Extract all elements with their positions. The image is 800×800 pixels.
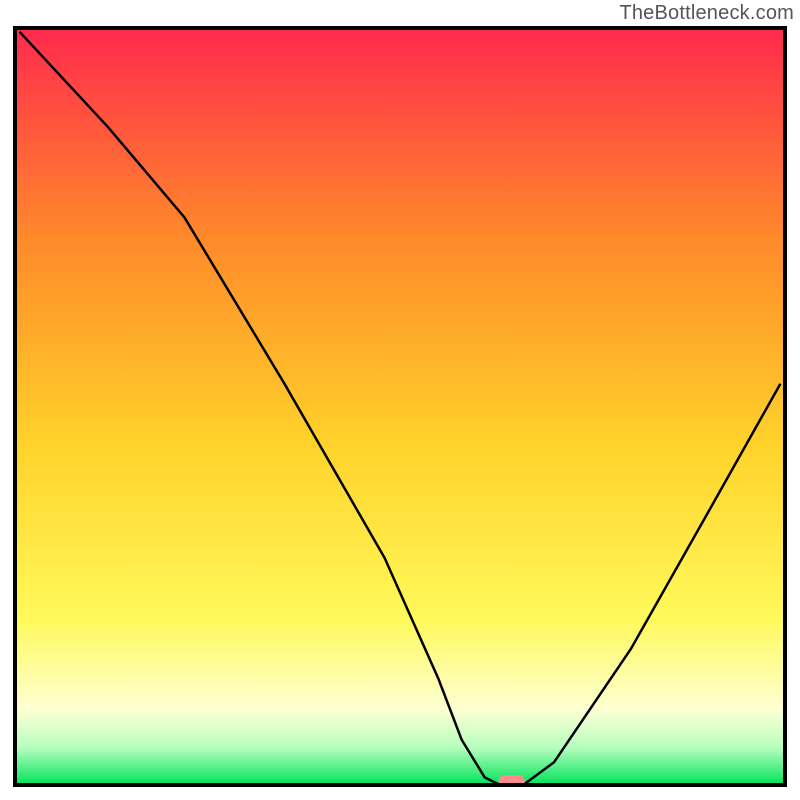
chart-container: TheBottleneck.com bbox=[0, 0, 800, 800]
chart-svg bbox=[0, 0, 800, 800]
plot-area bbox=[15, 28, 785, 785]
